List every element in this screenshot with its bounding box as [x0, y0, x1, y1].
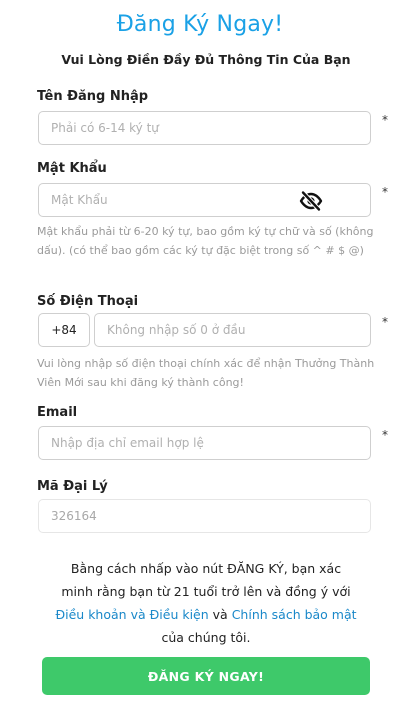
password-required-mark: * [382, 185, 388, 199]
username-required-mark: * [382, 113, 388, 127]
email-placeholder: Nhập địa chỉ email hợp lệ [51, 436, 204, 450]
page-subtitle: Vui Lòng Điền Đầy Đủ Thông Tin Của Bạn [61, 52, 351, 67]
country-code-prefix[interactable]: +84 [38, 313, 90, 347]
username-label: Tên Đăng Nhập [37, 89, 149, 104]
password-placeholder: Mật Khẩu [51, 193, 108, 207]
eye-slash-icon[interactable] [299, 190, 323, 212]
password-label: Mật Khẩu [37, 161, 107, 176]
password-hint: Mật khẩu phải từ 6-20 ký tự, bao gồm ký … [37, 225, 374, 257]
agent-code-value: 326164 [51, 509, 97, 523]
terms-line-2: minh rằng bạn từ 21 tuổi trở lên và đồng… [61, 584, 351, 599]
phone-required-mark: * [382, 315, 388, 329]
page-title: Đăng Ký Ngay! [116, 12, 284, 37]
terms-line-3: Điều khoản và Điều kiện và Chính sách bả… [0, 603, 400, 626]
phone-hint: Vui lòng nhập số điện thoại chính xác để… [37, 357, 375, 389]
username-placeholder: Phải có 6-14 ký tự [51, 121, 159, 135]
email-label: Email [37, 405, 78, 420]
terms-conjunction: và [212, 607, 228, 622]
terms-text: Bằng cách nhấp vào nút ĐĂNG KÝ, bạn xác … [0, 557, 400, 649]
phone-label: Số Điện Thoại [37, 294, 139, 309]
email-required-mark: * [382, 428, 388, 442]
phone-input[interactable]: Không nhập số 0 ở đầu [94, 313, 371, 347]
phone-placeholder: Không nhập số 0 ở đầu [107, 323, 246, 337]
agent-code-field: 326164 [38, 499, 371, 533]
agent-code-label: Mã Đại Lý [37, 479, 108, 494]
terms-line-4: của chúng tôi. [161, 630, 251, 645]
privacy-policy-link[interactable]: Chính sách bảo mật [232, 607, 357, 622]
register-button[interactable]: ĐĂNG KÝ NGAY! [42, 657, 370, 695]
email-input[interactable]: Nhập địa chỉ email hợp lệ [38, 426, 371, 460]
username-input[interactable]: Phải có 6-14 ký tự [38, 111, 371, 145]
terms-and-conditions-link[interactable]: Điều khoản và Điều kiện [55, 607, 208, 622]
terms-line-1: Bằng cách nhấp vào nút ĐĂNG KÝ, bạn xác [70, 561, 342, 576]
